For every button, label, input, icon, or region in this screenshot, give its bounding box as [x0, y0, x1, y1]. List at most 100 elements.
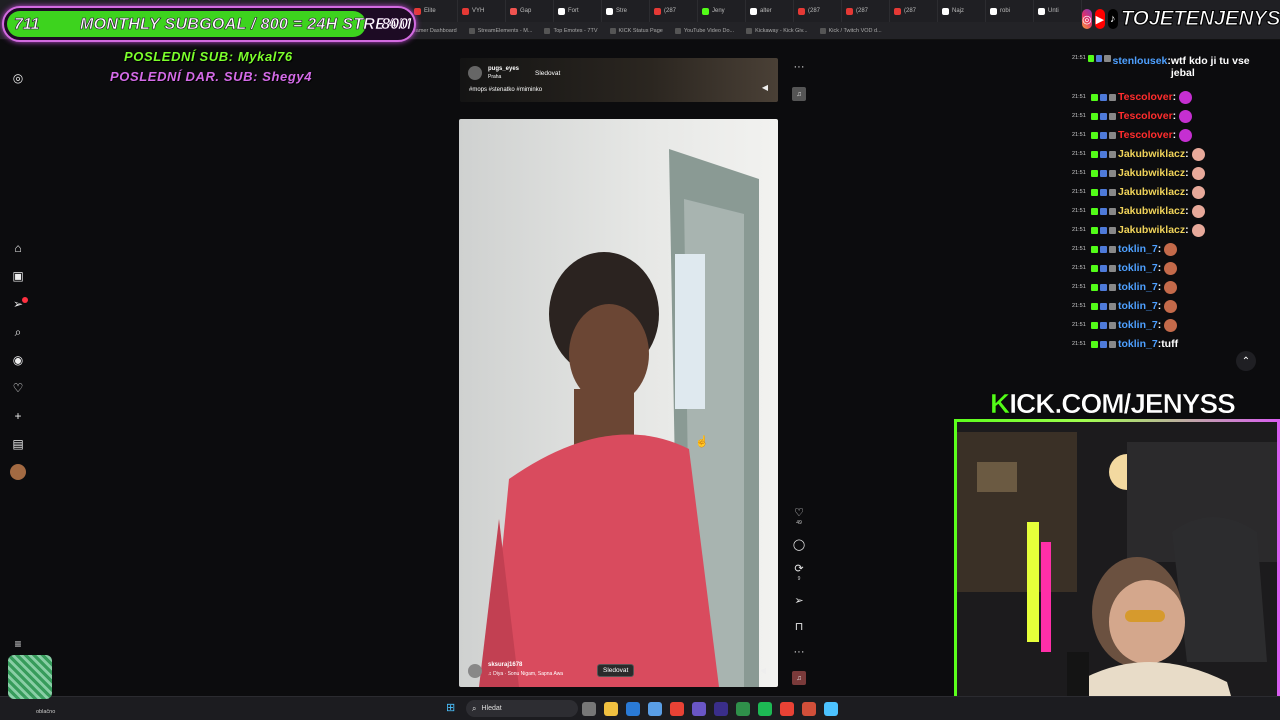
chat-separator: :: [1172, 129, 1177, 141]
chat-timestamp: 21:51: [1072, 113, 1086, 119]
taskbar-app-icon[interactable]: [626, 702, 640, 716]
browser-tab[interactable]: Stre: [602, 0, 650, 22]
browser-tab[interactable]: Jeny: [698, 0, 746, 22]
chat-badge-icon: [1109, 131, 1116, 139]
browser-tab[interactable]: robi: [986, 0, 1034, 22]
menu-hamburger-icon[interactable]: ≡: [10, 636, 26, 652]
taskbar-app-icon[interactable]: [802, 702, 816, 716]
reels-icon[interactable]: ▣: [10, 268, 26, 284]
browser-tab[interactable]: alter: [746, 0, 794, 22]
post-caption: #mops #stenatko #miminko: [469, 87, 543, 93]
taskbar-search[interactable]: ⌕ Hledat: [466, 700, 578, 717]
create-plus-icon[interactable]: +: [10, 408, 26, 424]
search-icon[interactable]: ⌕: [10, 324, 26, 340]
reel-avatar[interactable]: [468, 664, 482, 678]
repost-icon[interactable]: ⟳: [792, 561, 806, 575]
chat-username[interactable]: toklin_7: [1118, 338, 1158, 350]
bookmark-item[interactable]: StreamElements - M...: [468, 27, 532, 34]
reel-more-options-icon[interactable]: ···: [792, 645, 806, 659]
taskbar-app-icon[interactable]: [648, 702, 662, 716]
save-bookmark-icon[interactable]: ⊓: [792, 619, 806, 633]
post-location[interactable]: Praha: [488, 74, 501, 80]
main-reel[interactable]: sksuraj1678 ♫ Diya · Sonu Nigam, Sapna A…: [459, 119, 778, 687]
reel-audio-thumbnail-icon[interactable]: ♫: [792, 671, 806, 685]
subgoal-target: 800: [381, 16, 408, 34]
chat-username[interactable]: stenlousek: [1113, 55, 1168, 67]
bookmark-item[interactable]: Top Emotes - 7TV: [544, 27, 598, 34]
browser-tab[interactable]: Elite: [410, 0, 458, 22]
share-icon[interactable]: ➢: [792, 593, 806, 607]
chat-badge-icon: [1091, 321, 1098, 329]
chat-username[interactable]: toklin_7: [1118, 281, 1158, 293]
taskbar-app-icon[interactable]: [736, 702, 750, 716]
tab-favicon-icon: [894, 7, 901, 15]
chat-username[interactable]: toklin_7: [1118, 300, 1158, 312]
chat-username[interactable]: Jakubwiklacz: [1118, 224, 1185, 236]
comment-icon[interactable]: ◯: [792, 537, 806, 551]
chat-separator: :: [1172, 91, 1177, 103]
taskbar-app-icon[interactable]: [604, 702, 618, 716]
reel-follow-button[interactable]: Sledovat: [597, 664, 635, 677]
chat-badge-icon: [1100, 169, 1107, 177]
taskbar-app-icon[interactable]: [670, 702, 684, 716]
chat-username[interactable]: toklin_7: [1118, 243, 1158, 255]
windows-start-icon[interactable]: ⊞: [446, 702, 458, 714]
bookmark-item[interactable]: Kick / Twitch VOD d...: [819, 27, 882, 34]
browser-tab[interactable]: Unti: [1034, 0, 1082, 22]
chat-timestamp: 21:51: [1072, 170, 1086, 176]
scroll-up-chevron-icon[interactable]: ⌃: [1236, 351, 1256, 371]
top-post[interactable]: pugs_eyes Praha Sledovat #mops #stenatko…: [460, 58, 778, 102]
mute-icon[interactable]: ◀: [762, 83, 768, 92]
taskbar-app-icon[interactable]: [582, 702, 596, 716]
browser-tab[interactable]: Najz: [938, 0, 986, 22]
post-username[interactable]: pugs_eyes: [488, 66, 519, 72]
browser-tab[interactable]: (287: [842, 0, 890, 22]
chat-message: 21:51 toklin_7 : tuff: [1072, 336, 1178, 352]
chat-username[interactable]: toklin_7: [1118, 262, 1158, 274]
reel-mute-icon[interactable]: ◀: [760, 666, 766, 675]
chat-emote-icon: [1164, 280, 1178, 294]
profile-avatar[interactable]: [10, 464, 26, 480]
weather-widget-icon[interactable]: [8, 655, 52, 699]
bookmark-favicon-icon: [746, 27, 753, 34]
chat-username[interactable]: Jakubwiklacz: [1118, 186, 1185, 198]
browser-tab[interactable]: (287: [794, 0, 842, 22]
chat-username[interactable]: Jakubwiklacz: [1118, 167, 1185, 179]
taskbar-app-icon[interactable]: [692, 702, 706, 716]
post-avatar[interactable]: [468, 66, 482, 80]
home-icon[interactable]: ⌂: [10, 240, 26, 256]
bookmark-item[interactable]: YouTube Video Do...: [674, 27, 734, 34]
chat-username[interactable]: toklin_7: [1118, 319, 1158, 331]
browser-tab[interactable]: (287: [650, 0, 698, 22]
more-options-icon[interactable]: ···: [792, 60, 806, 74]
chat-username[interactable]: Jakubwiklacz: [1118, 205, 1185, 217]
audio-thumbnail-icon[interactable]: ♫: [792, 87, 806, 101]
bookmark-item[interactable]: KICK Status Page: [609, 27, 663, 34]
instagram-logo-icon[interactable]: ◎: [10, 70, 26, 86]
taskbar-app-icon[interactable]: [758, 702, 772, 716]
chat-badge-icon: [1100, 226, 1107, 234]
tab-favicon-icon: [702, 7, 709, 15]
bookmark-item[interactable]: Kickaway - Kick Giv...: [746, 27, 808, 34]
taskbar-app-icon[interactable]: [714, 702, 728, 716]
chat-username[interactable]: Tescolover: [1118, 91, 1173, 103]
last-sub-text: POSLEDNÍ SUB: Mykal76: [124, 49, 293, 64]
follow-button[interactable]: Sledovat: [530, 68, 565, 79]
reel-music[interactable]: ♫ Diya · Sonu Nigam, Sapna Awa: [488, 671, 563, 677]
explore-icon[interactable]: ◉: [10, 352, 26, 368]
taskbar-app-icon[interactable]: [780, 702, 794, 716]
chat-username[interactable]: Jakubwiklacz: [1118, 148, 1185, 160]
notifications-heart-icon[interactable]: ♡: [10, 380, 26, 396]
reel-username[interactable]: sksuraj1678: [488, 662, 522, 668]
dashboard-icon[interactable]: ▤: [10, 436, 26, 452]
browser-tab[interactable]: Gap: [506, 0, 554, 22]
browser-tab[interactable]: Fort: [554, 0, 602, 22]
browser-tab[interactable]: VYH: [458, 0, 506, 22]
chat-username[interactable]: Tescolover: [1118, 110, 1173, 122]
taskbar-app-icon[interactable]: [824, 702, 838, 716]
tab-favicon-icon: [414, 7, 421, 15]
like-heart-icon[interactable]: ♡: [792, 505, 806, 519]
webcam-frame: [954, 419, 1280, 720]
chat-username[interactable]: Tescolover: [1118, 129, 1173, 141]
browser-tab[interactable]: (287: [890, 0, 938, 22]
